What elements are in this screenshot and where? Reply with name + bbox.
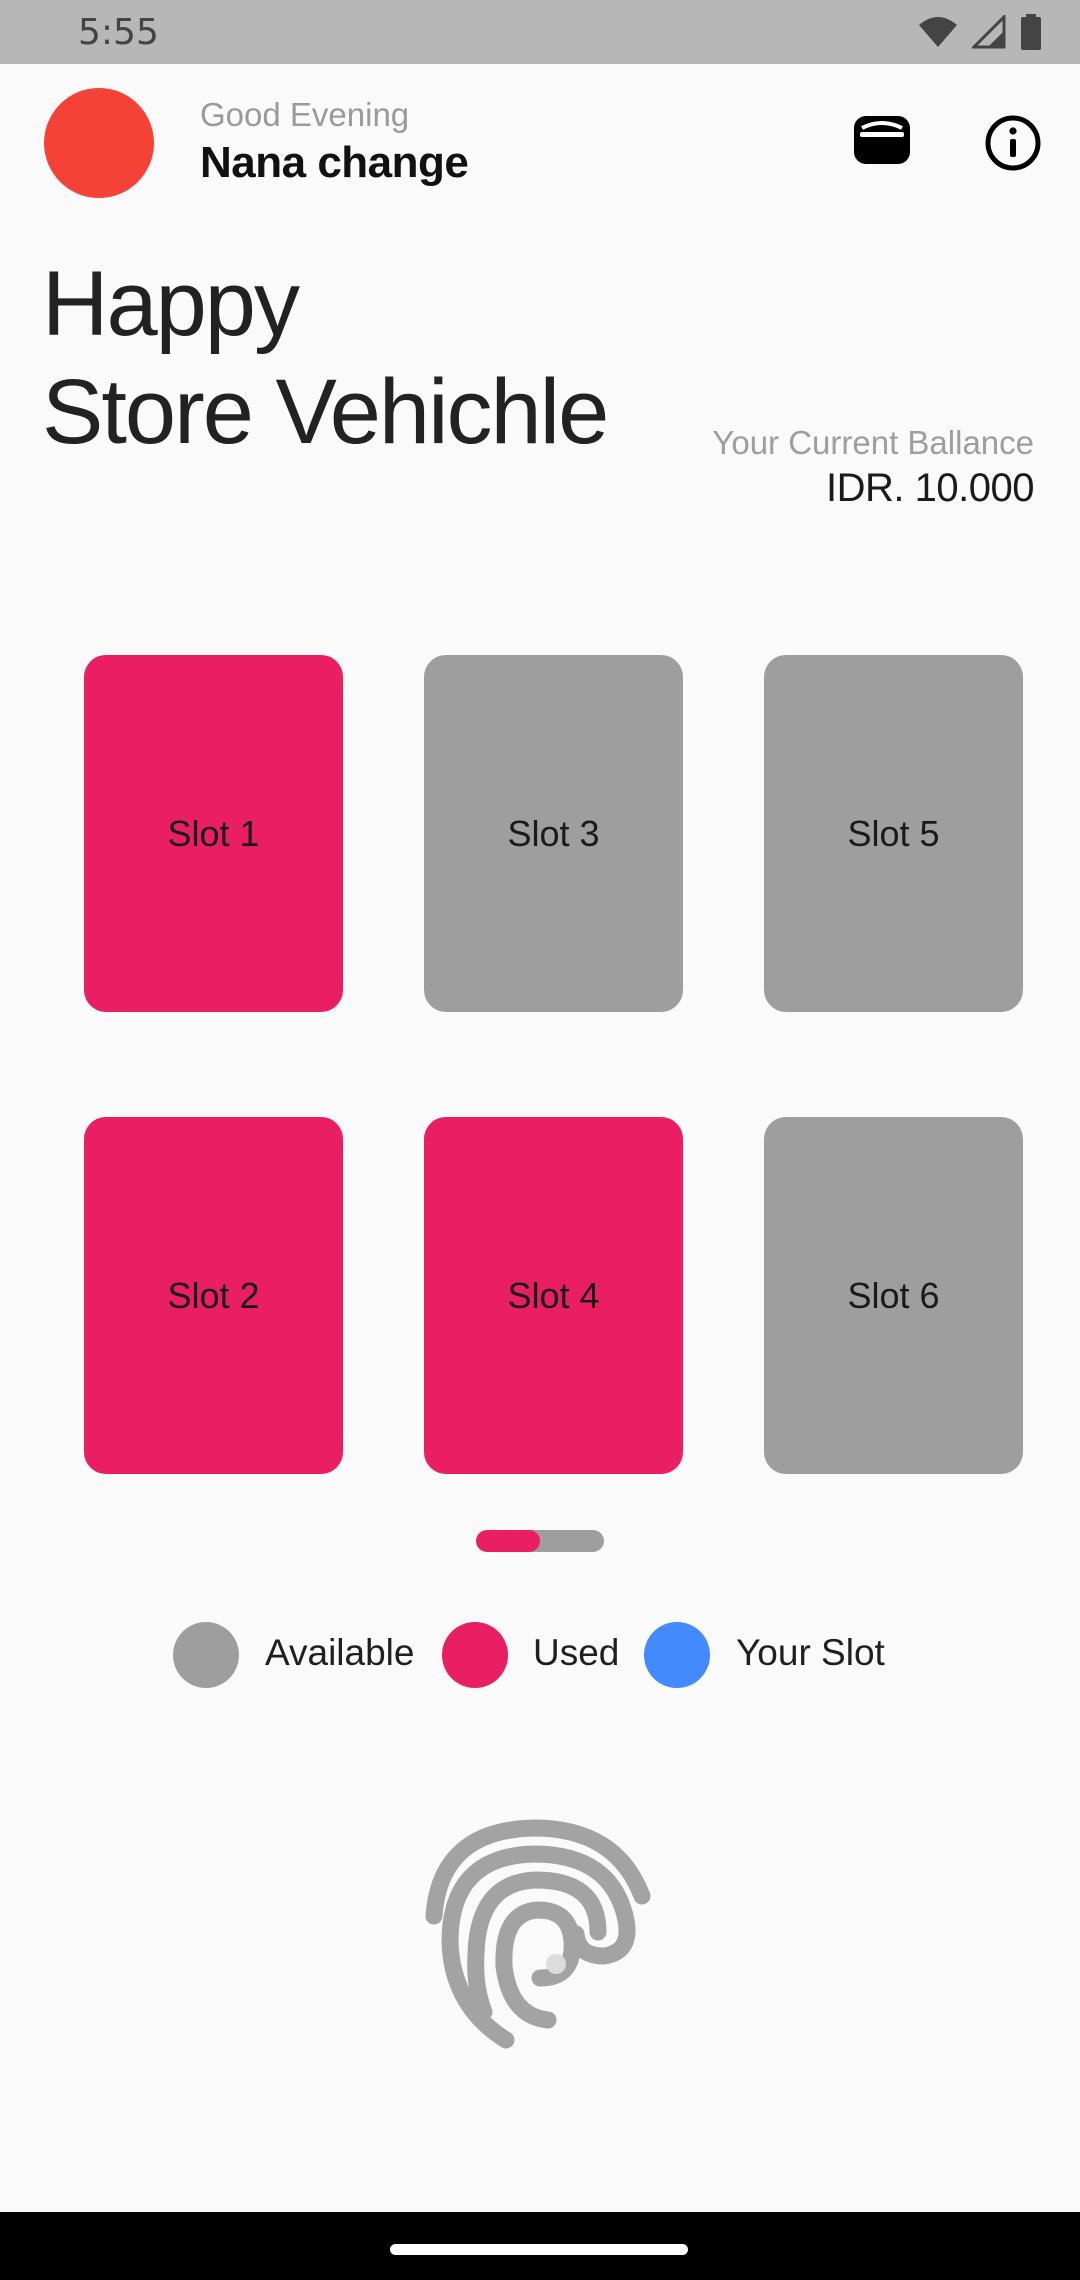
- slot-label: Slot 2: [167, 1274, 260, 1316]
- wifi-icon: [919, 17, 957, 47]
- wallet-button[interactable]: [852, 114, 912, 166]
- fingerprint-icon: [425, 1819, 651, 2049]
- slot-1[interactable]: Slot 1: [84, 655, 343, 1012]
- slot-4[interactable]: Slot 4: [424, 1117, 683, 1474]
- slot-label: Slot 4: [507, 1274, 600, 1316]
- slot-3[interactable]: Slot 3: [424, 655, 683, 1012]
- signal-icon: [972, 15, 1006, 49]
- avatar[interactable]: [44, 88, 154, 198]
- balance-value: IDR. 10.000: [826, 466, 1034, 510]
- wallet-icon: [854, 116, 910, 164]
- status-time: 5:55: [78, 12, 159, 53]
- info-icon: [985, 115, 1041, 171]
- page-indicator[interactable]: [476, 1530, 604, 1552]
- slot-6[interactable]: Slot 6: [764, 1117, 1023, 1474]
- slot-label: Slot 3: [507, 812, 600, 854]
- title-line-1: Happy: [42, 253, 300, 355]
- page-indicator-current: [476, 1530, 540, 1552]
- legend-label-your-slot: Your Slot: [736, 1632, 885, 1673]
- greeting-text: Good Evening: [200, 96, 410, 133]
- balance-label: Your Current Ballance: [712, 424, 1034, 461]
- legend-dot-available: [173, 1622, 239, 1688]
- legend-label-used: Used: [533, 1632, 620, 1673]
- slot-label: Slot 5: [847, 812, 940, 854]
- status-bar: 5:55: [0, 0, 1080, 64]
- legend-dot-your-slot: [644, 1622, 710, 1688]
- slot-label: Slot 1: [167, 812, 260, 854]
- slot-5[interactable]: Slot 5: [764, 655, 1023, 1012]
- slot-label: Slot 6: [847, 1274, 940, 1316]
- info-button[interactable]: [984, 114, 1042, 172]
- title-line-2: Store Vehichle: [42, 361, 609, 463]
- status-icons: [918, 14, 1042, 50]
- legend-dot-used: [442, 1622, 508, 1688]
- navigation-bar: [0, 2212, 1080, 2280]
- battery-icon: [1021, 14, 1041, 50]
- fingerprint-button[interactable]: [420, 1816, 660, 2062]
- user-name: Nana change: [200, 138, 469, 187]
- legend-label-available: Available: [265, 1632, 415, 1673]
- slot-2[interactable]: Slot 2: [84, 1117, 343, 1474]
- home-gesture-handle[interactable]: [390, 2244, 688, 2255]
- slot-legend: Available Used Your Slot: [0, 1622, 1080, 1688]
- page-title: Happy Store Vehichle: [42, 250, 609, 466]
